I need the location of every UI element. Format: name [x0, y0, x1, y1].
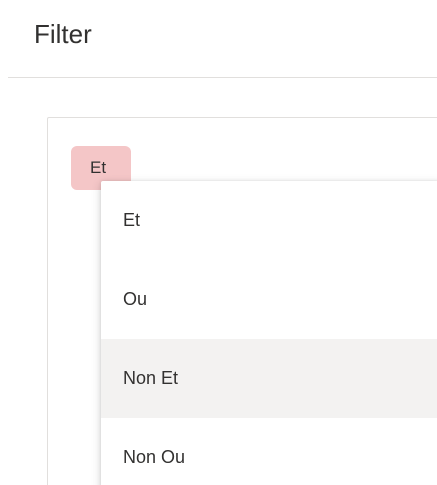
title-divider: [8, 77, 437, 78]
menu-option-ou[interactable]: Ou: [101, 260, 437, 339]
operator-dropdown-menu: Et Ou Non Et Non Ou: [101, 181, 437, 485]
panel-title: Filter: [34, 19, 92, 49]
filter-panel: Filter Et Et Ou Non Et Non Ou: [0, 0, 437, 485]
menu-option-et[interactable]: Et: [101, 181, 437, 260]
menu-option-non-ou[interactable]: Non Ou: [101, 418, 437, 485]
menu-option-non-et[interactable]: Non Et: [101, 339, 437, 418]
